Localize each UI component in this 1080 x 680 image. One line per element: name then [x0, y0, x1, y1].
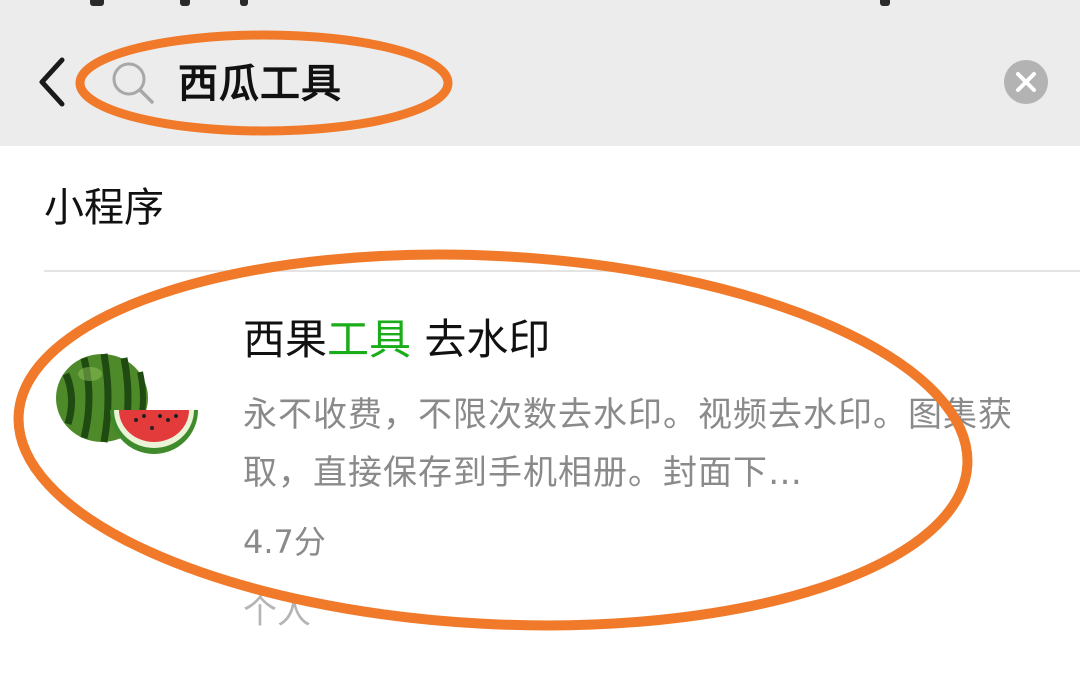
chevron-left-icon: [39, 57, 65, 107]
clear-search-button[interactable]: [1004, 60, 1048, 104]
search-header: 西瓜工具: [0, 0, 1080, 146]
result-title: 西果工具 去水印: [243, 312, 550, 368]
result-extra-tag: 个人: [243, 592, 311, 632]
status-bar-fragment: [0, 0, 1080, 10]
result-title-suffix: 去水印: [411, 315, 551, 364]
section-title-mini-programs: 小程序: [44, 185, 164, 231]
watermelon-icon: [56, 353, 198, 454]
result-rating: 4.7分: [243, 523, 326, 561]
mini-program-result[interactable]: 西果工具 去水印 永不收费，不限次数去水印。视频去水印。图集获取，直接保存到手机…: [0, 272, 1080, 680]
search-input[interactable]: 西瓜工具: [178, 54, 878, 114]
result-title-prefix: 西果: [243, 315, 328, 364]
back-button[interactable]: [30, 52, 78, 112]
search-results-page: 西瓜工具 小程序 西果工具 去水印 永不收费，不限次数去水印。视频去水印。图集获…: [0, 0, 1080, 680]
clear-circle-icon: [1016, 72, 1036, 92]
result-title-highlight: 工具: [327, 315, 412, 364]
result-description: 永不收费，不限次数去水印。视频去水印。图集获取，直接保存到手机相册。封面下…: [243, 395, 1013, 493]
search-icon: [112, 62, 154, 104]
